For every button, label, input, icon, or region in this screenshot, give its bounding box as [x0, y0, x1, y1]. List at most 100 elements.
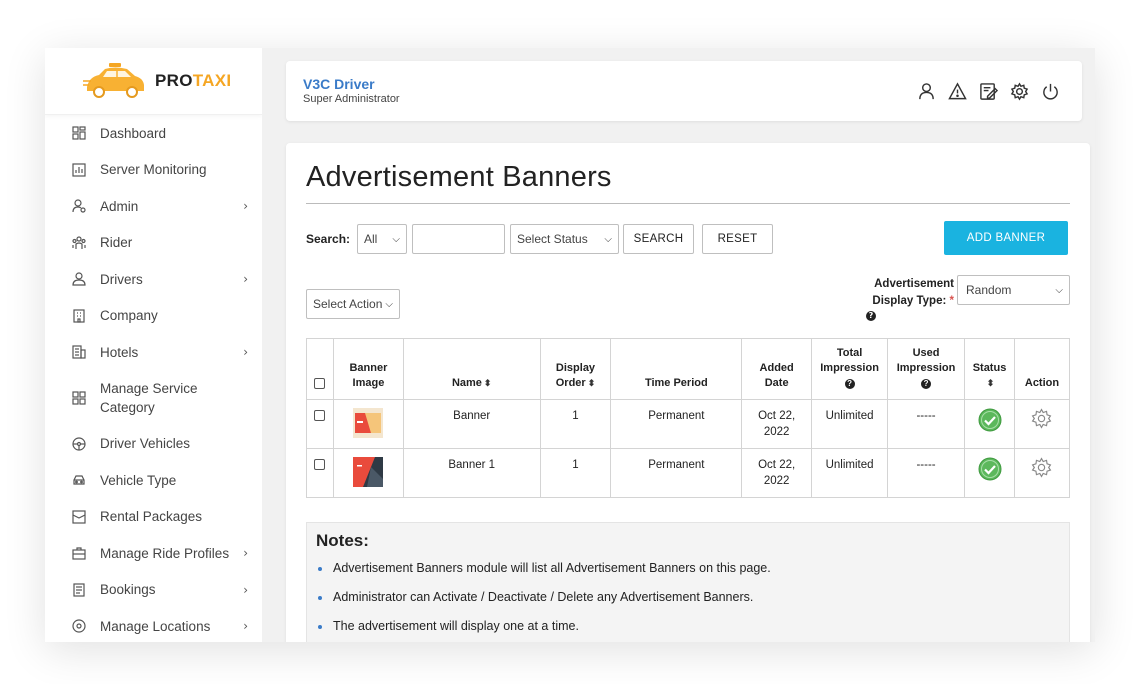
sidebar-item-label: Admin — [100, 198, 139, 214]
header-text: Status — [972, 362, 1007, 374]
building-icon — [72, 309, 86, 323]
row-checkbox[interactable] — [314, 410, 326, 422]
sidebar-item-bookings[interactable]: Bookings › — [45, 572, 262, 609]
sidebar-item-manage-ride-profiles[interactable]: Manage Ride Profiles › — [45, 535, 262, 572]
select-action-dropdown[interactable]: Select Action ⌵ — [306, 289, 400, 319]
row-select-cell — [306, 399, 334, 449]
power-icon[interactable] — [1041, 82, 1060, 101]
table-header-row: Banner Image Name ⬍ Display Order ⬍ Time Per… — [306, 338, 1071, 400]
select-all-header — [306, 338, 334, 400]
warning-icon[interactable] — [948, 82, 967, 101]
main-content: Advertisement Banners Search: All ⌵ Sele… — [286, 143, 1090, 642]
help-icon[interactable]: ? — [866, 311, 876, 321]
bookings-icon — [72, 583, 86, 597]
sidebar-item-label: Drivers — [100, 271, 143, 287]
sidebar-item-server-monitoring[interactable]: Server Monitoring — [45, 152, 262, 189]
gear-icon[interactable] — [1010, 82, 1029, 101]
display-type-value: Random — [966, 283, 1012, 297]
steering-wheel-icon — [72, 437, 86, 451]
help-icon[interactable]: ? — [844, 379, 855, 389]
gear-icon[interactable] — [1031, 457, 1052, 478]
search-input[interactable] — [412, 224, 505, 254]
sidebar-item-label: Hotels — [100, 344, 139, 360]
select-all-checkbox[interactable] — [314, 377, 326, 389]
name-header[interactable]: Name ⬍ — [402, 338, 541, 400]
chevron-right-icon: › — [243, 619, 248, 634]
time-period-header: Time Period — [610, 338, 743, 400]
sort-icon: ⬍ — [986, 378, 995, 388]
added-date-header: Added Date — [741, 338, 813, 400]
sort-icon: ⬍ — [587, 378, 596, 388]
action-cell — [1013, 448, 1071, 498]
active-check-icon[interactable] — [978, 408, 1002, 432]
brand-pro: PRO — [155, 71, 193, 90]
sidebar-item-vehicle-type[interactable]: Vehicle Type — [45, 462, 262, 499]
header-text: Added — [759, 362, 794, 374]
header-text: Impression — [820, 362, 879, 374]
status-cell — [964, 399, 1015, 449]
banner-thumbnail[interactable] — [353, 408, 384, 438]
brand-taxi: TAXI — [192, 71, 232, 90]
display-order-cell: 1 — [539, 399, 612, 449]
used-impression-cell: ----- — [887, 448, 966, 498]
banners-table: Banner Image Name ⬍ Display Order ⬍ Time Per… — [306, 338, 1071, 498]
select-action-value: Select Action — [313, 297, 383, 311]
gear-icon[interactable] — [1031, 408, 1052, 429]
header-text: Used — [912, 347, 940, 359]
row-checkbox[interactable] — [314, 459, 326, 471]
sidebar-item-dashboard[interactable]: Dashboard — [45, 115, 262, 152]
sidebar-nav: Dashboard Server Monitoring Admin › Ride… — [45, 115, 262, 642]
display-order-header[interactable]: Display Order ⬍ — [539, 338, 612, 400]
sidebar-item-rental-packages[interactable]: Rental Packages — [45, 499, 262, 536]
search-field-select[interactable]: All ⌵ — [357, 224, 407, 254]
sidebar-item-admin[interactable]: Admin › — [45, 188, 262, 225]
sidebar-item-label: Rental Packages — [100, 509, 203, 525]
sidebar-item-label: Company — [100, 308, 158, 324]
user-icon[interactable] — [917, 82, 936, 101]
active-check-icon[interactable] — [978, 457, 1002, 481]
header-text: Name — [451, 377, 482, 389]
used-impression-cell: ----- — [887, 399, 966, 449]
rider-icon — [72, 236, 86, 250]
chart-icon — [72, 163, 86, 177]
display-type-label-line2: Display Type: — [872, 295, 947, 307]
status-header[interactable]: Status ⬍ — [964, 338, 1015, 400]
sidebar-item-manage-locations[interactable]: Manage Locations › — [45, 608, 262, 642]
header-text: Total — [836, 347, 863, 359]
added-date-cell: Oct 22, 2022 — [741, 448, 813, 498]
sidebar-item-drivers[interactable]: Drivers › — [45, 261, 262, 298]
header-text: Impression — [896, 362, 956, 374]
notes-title: Notes: — [316, 531, 369, 550]
sidebar-item-rider[interactable]: Rider — [45, 225, 262, 262]
chevron-down-icon: ⌵ — [1055, 284, 1063, 296]
status-select[interactable]: Select Status ⌵ — [510, 224, 619, 254]
chevron-right-icon: › — [243, 582, 248, 597]
reset-button[interactable]: RESET — [702, 224, 773, 254]
list-item: The advertisement will display one at a … — [316, 619, 1060, 642]
banner-thumbnail[interactable] — [353, 457, 384, 487]
display-type-select[interactable]: Random ⌵ — [957, 275, 1070, 305]
sidebar-item-manage-service-category[interactable]: Manage Service Category — [45, 371, 262, 426]
header-text: Order — [555, 377, 586, 389]
header-text: Date — [764, 377, 789, 389]
header-text: Time Period — [644, 377, 708, 389]
header-icon-bar — [917, 82, 1060, 101]
table-row: Banner 1 Permanent Oct 22, 2022 Unlimited… — [306, 399, 1071, 449]
help-icon[interactable]: ? — [921, 379, 932, 389]
briefcase-icon — [72, 546, 86, 560]
display-type-label-line1: Advertisement — [874, 278, 954, 290]
sidebar-item-hotels[interactable]: Hotels › — [45, 334, 262, 371]
add-banner-button[interactable]: ADD BANNER — [944, 221, 1068, 255]
chevron-right-icon: › — [243, 345, 248, 360]
brand-logo[interactable]: PROTAXI — [45, 48, 262, 115]
total-impression-cell: Unlimited — [811, 399, 889, 449]
search-button[interactable]: SEARCH — [623, 224, 694, 254]
sidebar-item-company[interactable]: Company — [45, 298, 262, 335]
search-label: Search: — [306, 232, 351, 246]
total-impression-header: Total Impression? — [811, 338, 889, 400]
row-select-cell — [306, 448, 334, 498]
taxi-logo-icon — [83, 63, 144, 98]
edit-icon[interactable] — [979, 82, 998, 101]
used-impression-header: Used Impression? — [887, 338, 966, 400]
sidebar-item-driver-vehicles[interactable]: Driver Vehicles — [45, 426, 262, 463]
